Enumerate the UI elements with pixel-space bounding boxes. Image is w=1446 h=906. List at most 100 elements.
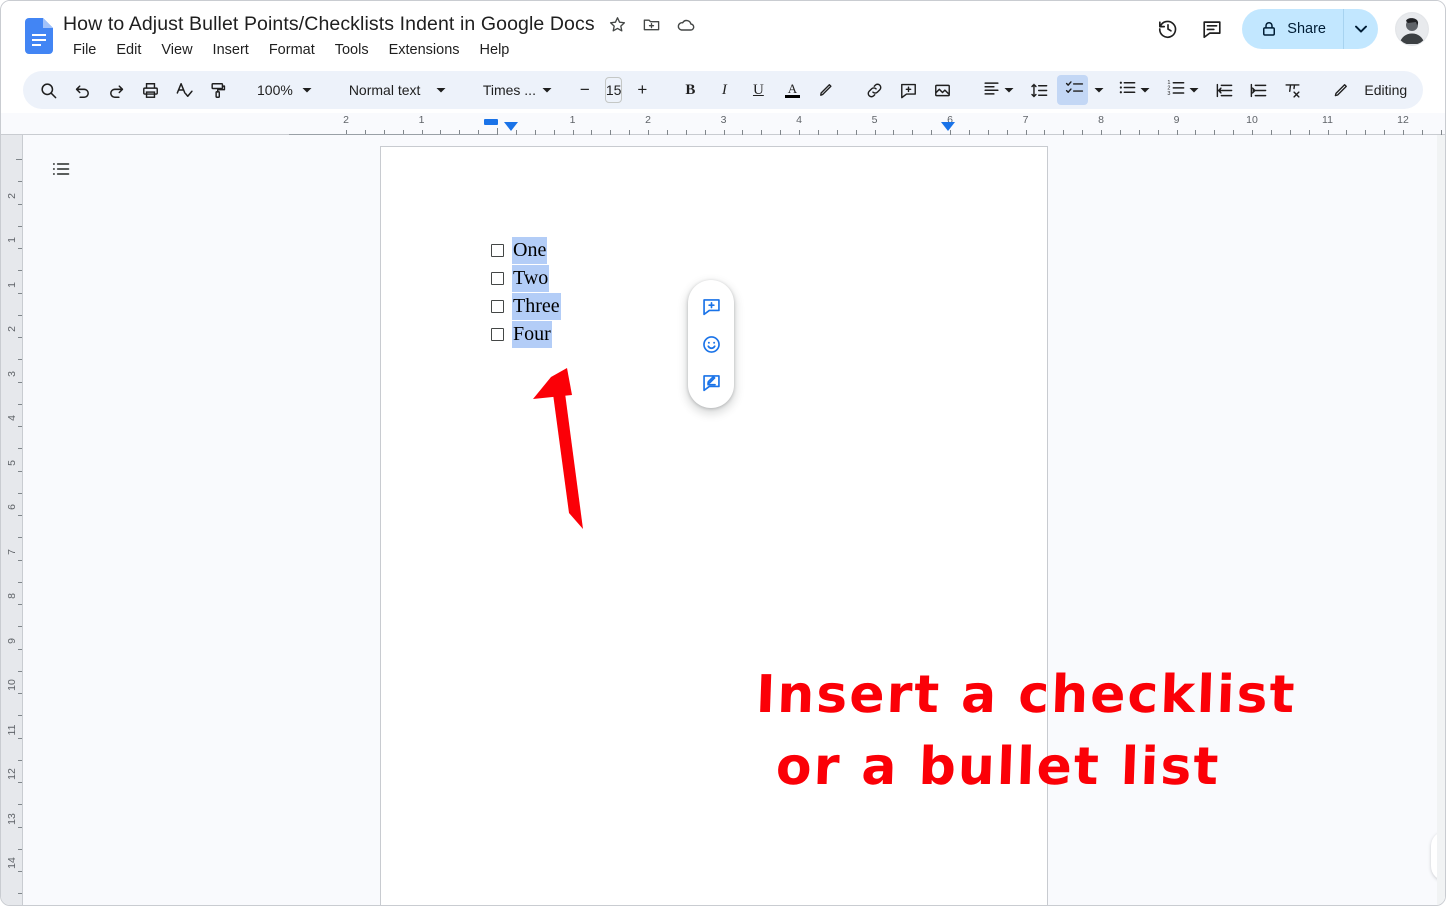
- insert-image-icon[interactable]: [927, 75, 957, 105]
- checkbox-icon[interactable]: [491, 272, 504, 285]
- increase-font-size-label: +: [637, 80, 648, 99]
- checklist-dropdown-caret[interactable]: [1091, 75, 1107, 105]
- paint-format-icon[interactable]: [203, 75, 233, 105]
- font-size-value: 15: [605, 82, 622, 98]
- bulleted-list-button[interactable]: [1110, 75, 1157, 105]
- star-icon[interactable]: [607, 14, 629, 36]
- checklist-button[interactable]: [1057, 75, 1089, 105]
- increase-font-size-button[interactable]: +: [627, 75, 657, 105]
- redo-icon[interactable]: [101, 75, 131, 105]
- cloud-saved-icon[interactable]: [675, 14, 697, 36]
- list-item-label[interactable]: One: [512, 237, 548, 264]
- underline-button[interactable]: U: [743, 75, 773, 105]
- add-emoji-reaction-icon[interactable]: [694, 327, 728, 361]
- share-button-main[interactable]: Share: [1242, 9, 1344, 49]
- right-indent-marker[interactable]: [941, 122, 955, 131]
- decrease-indent-button[interactable]: [1209, 75, 1239, 105]
- document-side-actions: [688, 280, 734, 408]
- decrease-font-size-button[interactable]: −: [570, 75, 600, 105]
- move-to-folder-icon[interactable]: [641, 14, 663, 36]
- checkbox-icon[interactable]: [491, 328, 504, 341]
- document-title[interactable]: How to Adjust Bullet Points/Checklists I…: [63, 13, 595, 36]
- editing-mode-dropdown[interactable]: Editing: [1324, 75, 1417, 105]
- text-color-swatch: [784, 94, 800, 98]
- menu-item-view[interactable]: View: [151, 40, 202, 60]
- menu-bar: File Edit View Insert Format Tools Exten…: [63, 40, 519, 60]
- paragraph-style-dropdown[interactable]: Normal text: [335, 75, 453, 105]
- decrease-font-size-label: −: [579, 80, 590, 99]
- menu-item-edit[interactable]: Edit: [106, 40, 151, 60]
- list-item[interactable]: Three: [491, 293, 561, 321]
- menu-item-file[interactable]: File: [63, 40, 106, 60]
- align-left-icon: [982, 78, 1001, 102]
- version-history-icon[interactable]: [1148, 9, 1188, 49]
- undo-icon[interactable]: [67, 75, 97, 105]
- bold-button[interactable]: B: [675, 75, 705, 105]
- first-line-indent-marker[interactable]: [504, 122, 518, 131]
- chevron-down-icon: [1186, 82, 1202, 98]
- ruler-label: 14: [6, 857, 18, 869]
- ruler-label: 1: [418, 114, 425, 126]
- ruler-label: 11: [1322, 114, 1333, 126]
- share-button[interactable]: Share: [1242, 9, 1378, 49]
- italic-label: I: [721, 81, 727, 98]
- ruler-label: 7: [1022, 114, 1029, 126]
- menu-item-tools[interactable]: Tools: [325, 40, 379, 60]
- menu-item-format[interactable]: Format: [259, 40, 325, 60]
- increase-indent-button[interactable]: [1243, 75, 1273, 105]
- add-comment-icon[interactable]: [893, 75, 923, 105]
- search-icon[interactable]: [33, 75, 63, 105]
- checklist[interactable]: One Two Three Four: [491, 237, 561, 349]
- checkbox-icon[interactable]: [491, 300, 504, 313]
- checkbox-icon[interactable]: [491, 244, 504, 257]
- highlight-color-icon[interactable]: [811, 75, 841, 105]
- document-page[interactable]: One Two Three Four Insert a checklist or…: [380, 146, 1297, 905]
- list-item[interactable]: Two: [491, 265, 561, 293]
- font-size-input[interactable]: 15: [604, 77, 623, 103]
- ruler-label: 10: [1246, 114, 1258, 126]
- google-docs-window: How to Adjust Bullet Points/Checklists I…: [0, 0, 1446, 906]
- list-item-label[interactable]: Four: [512, 321, 552, 348]
- numbered-list-button[interactable]: 1 2 3: [1159, 75, 1206, 105]
- line-spacing-icon[interactable]: [1024, 75, 1054, 105]
- chevron-down-icon: [1137, 82, 1153, 98]
- document-outline-button[interactable]: [41, 149, 81, 189]
- annotation-line-1: Insert a checklist: [754, 665, 1298, 725]
- comment-history-icon[interactable]: [1192, 9, 1232, 49]
- avatar[interactable]: [1395, 12, 1429, 46]
- share-button-label: Share: [1287, 21, 1326, 37]
- italic-button[interactable]: I: [709, 75, 739, 105]
- menu-item-help[interactable]: Help: [470, 40, 520, 60]
- list-item-label[interactable]: Three: [512, 293, 561, 320]
- left-indent-marker[interactable]: [484, 119, 498, 125]
- list-item[interactable]: One: [491, 237, 561, 265]
- horizontal-ruler[interactable]: 2 1 1 2 3 4 5 6 7 8 9 10 11 12: [1, 113, 1445, 135]
- list-item-label[interactable]: Two: [512, 265, 550, 292]
- add-comment-icon[interactable]: [694, 289, 728, 323]
- vertical-ruler[interactable]: 2 1 1 2 3 4 5 6 7 8 9 10 11 12 13 14: [1, 135, 23, 905]
- text-align-dropdown[interactable]: [974, 75, 1021, 105]
- ruler-label: 4: [796, 114, 802, 126]
- text-color-label: A: [787, 80, 798, 96]
- vertical-scrollbar[interactable]: [1437, 135, 1445, 905]
- font-family-value: Times ...: [482, 82, 536, 98]
- ruler-label: 5: [871, 114, 878, 126]
- print-icon[interactable]: [135, 75, 165, 105]
- suggest-edits-icon[interactable]: [694, 365, 728, 399]
- font-family-dropdown[interactable]: Times ...: [469, 75, 553, 105]
- spellcheck-icon[interactable]: [169, 75, 199, 105]
- ruler-label: 1: [569, 114, 576, 126]
- ruler-label: 7: [6, 548, 18, 555]
- menu-item-insert[interactable]: Insert: [203, 40, 259, 60]
- clear-formatting-button[interactable]: [1277, 75, 1307, 105]
- ruler-label: 2: [6, 326, 18, 332]
- list-item[interactable]: Four: [491, 321, 561, 349]
- text-color-button[interactable]: A: [777, 75, 807, 105]
- lock-icon: [1263, 22, 1276, 36]
- insert-link-icon[interactable]: [859, 75, 889, 105]
- menu-item-extensions[interactable]: Extensions: [379, 40, 470, 60]
- share-dropdown-caret[interactable]: [1344, 9, 1378, 49]
- chevron-down-icon: [433, 82, 449, 98]
- app-header: How to Adjust Bullet Points/Checklists I…: [1, 1, 1445, 69]
- zoom-dropdown[interactable]: 100%: [243, 75, 319, 105]
